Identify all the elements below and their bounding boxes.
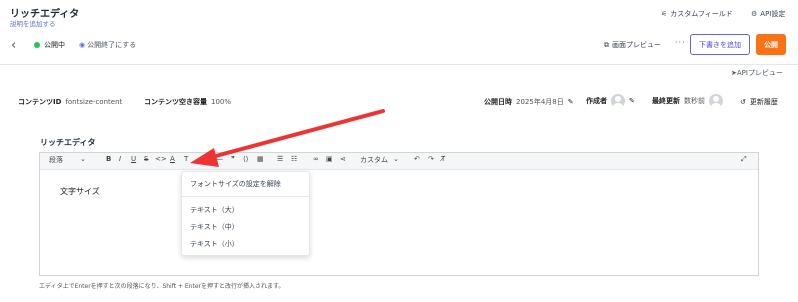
- underline-icon[interactable]: U: [131, 155, 136, 163]
- bold-icon[interactable]: B: [106, 155, 111, 163]
- custom-select[interactable]: カスタム: [360, 155, 388, 165]
- custom-label: カスタム: [360, 156, 388, 164]
- api-preview-button[interactable]: ➤APIプレビュー: [731, 68, 783, 78]
- horizontal-rule-icon[interactable]: —: [216, 155, 223, 163]
- history-button[interactable]: ↺ 更新履歴: [740, 97, 778, 107]
- author-label: 作成者: [586, 97, 607, 105]
- font-size-icon[interactable]: T: [184, 155, 188, 163]
- api-settings-label: API設定: [760, 10, 786, 18]
- preview-icon: ⧉: [604, 40, 609, 49]
- custom-field-button[interactable]: ⚟ カスタムフィールド: [661, 9, 733, 19]
- history-icon: ↺: [740, 98, 746, 106]
- gear-icon: ⚙: [751, 10, 758, 18]
- back-chevron-icon[interactable]: ‹: [11, 38, 16, 53]
- history-label: 更新履歴: [749, 98, 778, 106]
- screen-preview-button[interactable]: ⧉ 画面プレビュー: [604, 40, 661, 50]
- redo-icon[interactable]: ↷: [428, 155, 434, 163]
- link-icon[interactable]: ∞: [313, 155, 319, 163]
- end-publish-label: 公開終了にする: [87, 41, 137, 49]
- pencil-icon: ✎: [567, 98, 574, 106]
- api-preview-label: APIプレビュー: [736, 69, 783, 77]
- paragraph-select[interactable]: 段落: [49, 155, 63, 165]
- share-icon[interactable]: ⋖: [340, 155, 346, 163]
- chevron-down-icon[interactable]: ⌄: [80, 155, 86, 163]
- table-icon[interactable]: ▦: [257, 155, 264, 163]
- content-id-label: コンテンツID: [18, 98, 62, 106]
- author[interactable]: 作成者 ✎: [586, 94, 635, 108]
- rich-editor[interactable]: [39, 152, 759, 276]
- stop-circle-icon: ◉: [79, 41, 86, 49]
- custom-field-label: カスタムフィールド: [670, 10, 733, 18]
- clear-format-icon[interactable]: T̸: [441, 155, 445, 163]
- image-icon[interactable]: ▣: [326, 155, 333, 163]
- add-description-link[interactable]: 説明を追加する: [10, 18, 56, 28]
- bullet-list-icon[interactable]: ☰: [277, 155, 283, 163]
- api-settings-button[interactable]: ⚙ API設定: [751, 9, 785, 19]
- code-block-icon[interactable]: ⟨⟩: [243, 155, 248, 163]
- status-dot: [34, 42, 40, 48]
- updated-value: 数秒前: [684, 97, 705, 105]
- status-label: 公開中: [44, 41, 65, 49]
- pencil-icon: ✎: [629, 97, 635, 105]
- content-capacity: コンテンツ空き容量 100%: [144, 97, 231, 107]
- sliders-icon: ⚟: [661, 10, 668, 18]
- dropdown-item-small[interactable]: テキスト（小）: [190, 239, 239, 249]
- published-value: 2025年4月8日: [516, 98, 564, 106]
- last-updated: 最終更新 数秒前: [652, 94, 723, 108]
- publish-button[interactable]: 公開: [756, 34, 786, 55]
- capacity-label: コンテンツ空き容量: [144, 98, 207, 106]
- font-size-dropdown: フォントサイズの設定を解除 テキスト（大） テキスト（中） テキスト（小）: [181, 171, 310, 256]
- end-publish-button[interactable]: ◉ 公開終了にする: [79, 40, 136, 50]
- fullscreen-icon[interactable]: ⤢: [741, 155, 747, 164]
- content-id-value: fontsize-content: [65, 98, 123, 106]
- avatar: [611, 94, 625, 108]
- field-label: リッチエディタ: [40, 138, 96, 147]
- divider: [0, 64, 798, 65]
- dropdown-item-large[interactable]: テキスト（大）: [190, 205, 239, 215]
- paragraph-label: 段落: [49, 156, 63, 164]
- avatar: [709, 94, 723, 108]
- italic-icon[interactable]: I: [119, 155, 121, 163]
- dropdown-item-clear[interactable]: フォントサイズの設定を解除: [190, 179, 281, 189]
- divider: [182, 196, 309, 197]
- chevron-down-icon[interactable]: ⌄: [393, 155, 399, 163]
- updated-label: 最終更新: [652, 97, 680, 105]
- more-menu-icon[interactable]: ···: [675, 38, 686, 47]
- add-draft-button[interactable]: 下書きを追加: [690, 34, 750, 55]
- strike-icon[interactable]: S: [144, 155, 148, 163]
- published-date[interactable]: 公開日時 2025年4月8日 ✎: [484, 97, 574, 107]
- numbered-list-icon[interactable]: ☷: [291, 155, 297, 163]
- quote-icon[interactable]: ❞: [231, 155, 235, 163]
- capacity-value: 100%: [211, 98, 232, 106]
- published-label: 公開日時: [484, 98, 512, 106]
- helper-text: エディタ上でEnterを押すと次の段落になり、Shift + Enterを押すと…: [39, 283, 285, 290]
- editor-content[interactable]: 文字サイズ: [60, 186, 100, 197]
- screen-preview-label: 画面プレビュー: [612, 41, 661, 49]
- dropdown-item-medium[interactable]: テキスト（中）: [190, 222, 239, 232]
- text-color-icon[interactable]: A: [170, 155, 175, 163]
- code-icon[interactable]: <>: [155, 155, 167, 163]
- content-id: コンテンツID fontsize-content: [18, 97, 122, 107]
- undo-icon[interactable]: ↶: [414, 155, 420, 163]
